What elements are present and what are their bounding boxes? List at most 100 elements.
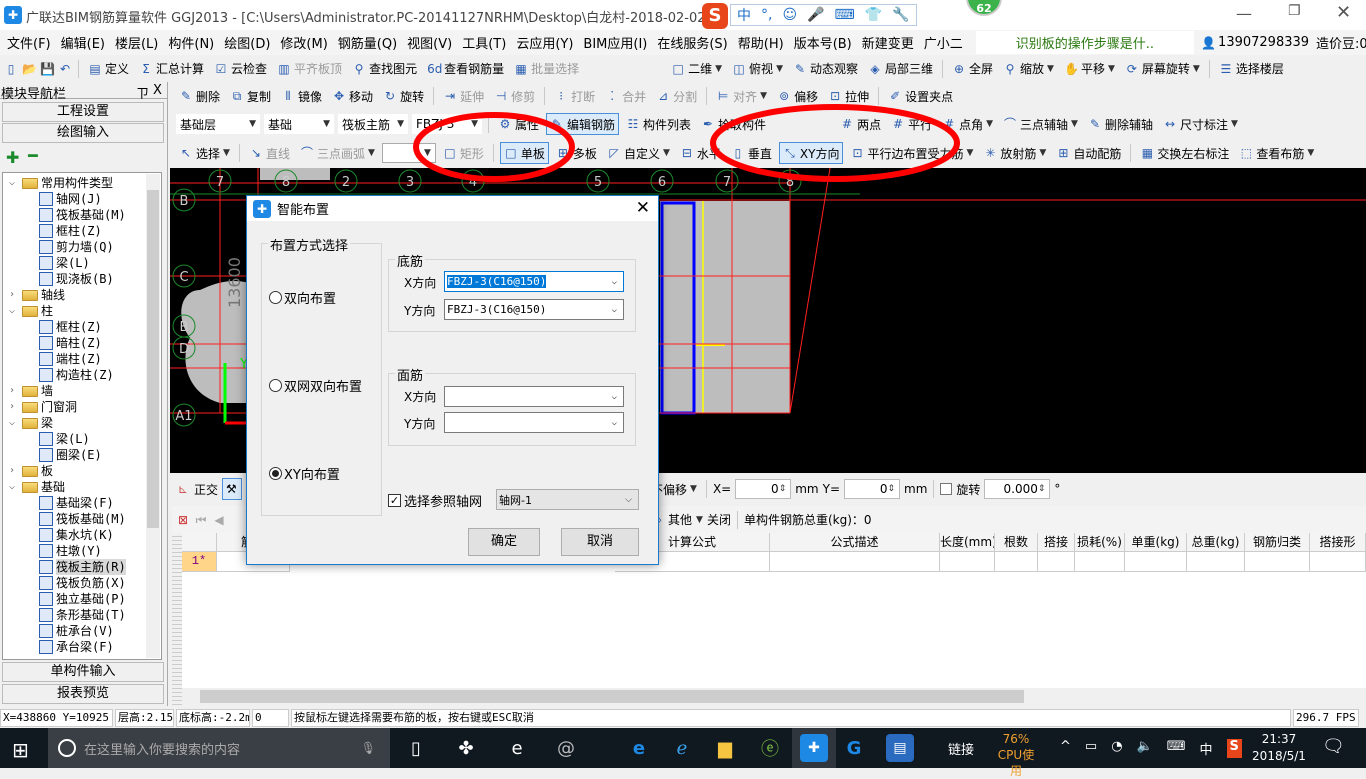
score-badge[interactable]: 62 (966, 0, 1002, 16)
tree-item[interactable]: 轴网(J) (39, 191, 102, 207)
new-file-icon[interactable]: ▯ (4, 62, 18, 76)
draw-6-button[interactable]: ◸ 自定义 ▼ (604, 142, 673, 164)
tree-folder[interactable]: ⌵ 柱 (9, 303, 53, 319)
draw-0-button[interactable]: ↖ 选择 ▼ (176, 142, 233, 164)
tree-item[interactable]: 条形基础(T) (39, 607, 126, 623)
ok-button[interactable]: 确定 (468, 528, 540, 556)
tb1-2-button[interactable]: ☑ 云检查 (211, 58, 270, 80)
account-menu[interactable]: 👤 13907298339 (1198, 32, 1312, 54)
edit-12-button[interactable]: ⊡ 拉伸 (825, 85, 872, 107)
tree-folder[interactable]: ⌵ 常用构件类型 (9, 175, 113, 191)
y-offset-input[interactable]: 0 ⇕ (844, 479, 901, 499)
column-header[interactable]: 钢筋归类 (1245, 533, 1310, 552)
draw-10-button[interactable]: ⊡ 平行边布置受力筋 ▼ (847, 142, 976, 164)
doc-app-icon[interactable]: ▤ (886, 734, 914, 762)
draw-9-button[interactable]: ⤡ XY方向 (778, 142, 844, 164)
axis-5-button[interactable]: ↔ 尺寸标注 ▼ (1160, 113, 1241, 135)
show-hidden-icons[interactable]: ^ (1060, 739, 1071, 758)
edit-10-button[interactable]: ⊨ 对齐 ▼ (713, 85, 770, 107)
dialog-close-button[interactable]: ✕ (636, 198, 650, 218)
table-cell[interactable] (940, 552, 995, 572)
windows-start-icon[interactable]: ⊞ (12, 738, 29, 762)
axis-0-button[interactable]: # 两点 (837, 113, 884, 135)
edit-3-button[interactable]: ✥ 移动 (329, 85, 376, 107)
table-cell[interactable] (1125, 552, 1187, 572)
edit-8-button[interactable]: ⁚ 合并 (602, 85, 649, 107)
microphone-icon[interactable]: 🎙 (361, 741, 376, 755)
axis-1-button[interactable]: # 平行 (888, 113, 935, 135)
x-offset-input[interactable]: 0 ⇕ (735, 479, 792, 499)
ime-item-4[interactable]: ⌨ (835, 7, 855, 23)
chevron-right-icon[interactable]: › (9, 463, 19, 479)
tree-item[interactable]: 梁(L) (39, 255, 90, 271)
column-header[interactable]: 根数 (995, 533, 1038, 552)
tree-folder[interactable]: ⌵ 基础 (9, 479, 65, 495)
column-header[interactable]: 长度(mm) (940, 533, 995, 552)
view-0-button[interactable]: □ 二维 ▼ (668, 58, 725, 80)
prev-record-icon[interactable]: ◀ (212, 513, 226, 527)
column-header[interactable]: 损耗(%) (1075, 533, 1125, 552)
edit-7-button[interactable]: ⁝ 打断 (551, 85, 598, 107)
top-y-select[interactable]: ⌵ (444, 412, 624, 433)
tree-item[interactable]: 框柱(Z) (39, 319, 102, 335)
close-button[interactable]: 关闭 (707, 511, 731, 528)
tb1-6-button[interactable]: ▦ 批量选择 (511, 58, 582, 80)
scrollbar-thumb[interactable] (147, 190, 159, 528)
comp-2-button[interactable]: ☷ 构件列表 (623, 113, 694, 135)
chevron-down-icon[interactable]: ⌵ (9, 479, 19, 495)
table-cell[interactable] (1245, 552, 1310, 572)
comp-0-button[interactable]: ⚙ 属性 (495, 113, 542, 135)
tree-item[interactable]: 现浇板(B) (39, 271, 114, 287)
task-view-icon[interactable]: ▯ (402, 734, 430, 762)
edit-13-button[interactable]: ✐ 设置夹点 (885, 85, 956, 107)
tree-item[interactable]: 筏板基础(M) (39, 207, 126, 223)
draw-14-button[interactable]: ⬚ 查看布筋 ▼ (1236, 142, 1317, 164)
volume-icon[interactable]: 🔈 (1137, 739, 1153, 758)
menu-item-4[interactable]: 绘图(D) (221, 33, 273, 52)
chevron-right-icon[interactable]: › (9, 287, 19, 303)
single-input-button[interactable]: 单构件输入 (2, 662, 164, 682)
tb1-4-button[interactable]: ⚲ 查找图元 (349, 58, 420, 80)
tree-item[interactable]: 梁(L) (39, 431, 90, 447)
menu-item-13[interactable]: 版本号(B) (791, 33, 855, 52)
menu-item-6[interactable]: 钢筋量(Q) (335, 33, 400, 52)
tree-item[interactable]: 筏板主筋(R) (39, 559, 126, 575)
column-header[interactable]: 单重(kg) (1125, 533, 1187, 552)
view-3-button[interactable]: ◈ 局部三维 (865, 58, 936, 80)
ime-item-2[interactable]: ☺ (782, 7, 797, 23)
browser-360-icon[interactable]: ⓔ (756, 734, 784, 762)
ie-icon[interactable]: e (503, 734, 531, 762)
view-4-button[interactable]: ⊕ 全屏 (949, 58, 996, 80)
tree-folder[interactable]: › 墙 (9, 383, 53, 399)
column-header[interactable]: 搭接形 (1310, 533, 1366, 552)
expand-all-icon[interactable]: ✚ (6, 148, 19, 167)
menu-item-7[interactable]: 视图(V) (404, 33, 455, 52)
clock[interactable]: 21:37 2018/5/1 (1246, 731, 1312, 765)
draw-mode-select[interactable]: ▼ (381, 143, 436, 163)
edit-11-button[interactable]: ⊚ 偏移 (774, 85, 821, 107)
battery-icon[interactable]: ▭ (1085, 739, 1097, 758)
tree-folder[interactable]: › 板 (9, 463, 53, 479)
edge-icon[interactable]: e (625, 734, 653, 762)
save-icon[interactable]: 💾 (40, 62, 55, 76)
table-cell[interactable] (1187, 552, 1245, 572)
draw-3-button[interactable]: □ 矩形 (440, 142, 487, 164)
tree-item[interactable]: 框柱(Z) (39, 223, 102, 239)
tb1-5-button[interactable]: 6d 查看钢筋量 (424, 58, 507, 80)
chevron-down-icon[interactable]: ⌵ (9, 175, 19, 191)
chevron-down-icon[interactable]: ⌵ (9, 415, 19, 431)
mode-radio-0[interactable]: 双向布置 (269, 288, 336, 307)
mode-radio-2[interactable]: XY向布置 (269, 464, 340, 483)
close-panel-icon[interactable]: X (153, 83, 162, 98)
edit-5-button[interactable]: ⇥ 延伸 (440, 85, 487, 107)
file-explorer-icon[interactable]: ▆ (711, 734, 739, 762)
axis-4-button[interactable]: ✎ 删除辅轴 (1085, 113, 1156, 135)
pin-icon[interactable]: ㄗ (136, 83, 149, 102)
select-type[interactable]: 筏板主筋 ▼ (338, 114, 408, 134)
draw-13-button[interactable]: ▦ 交换左右标注 (1137, 142, 1232, 164)
tb1-0-button[interactable]: ▤ 定义 (85, 58, 132, 80)
table-cell[interactable] (1038, 552, 1075, 572)
menu-item-11[interactable]: 在线服务(S) (654, 33, 730, 52)
menu-item-2[interactable]: 楼层(L) (112, 33, 161, 52)
tb1-3-button[interactable]: ▥ 平齐板顶 (274, 58, 345, 80)
